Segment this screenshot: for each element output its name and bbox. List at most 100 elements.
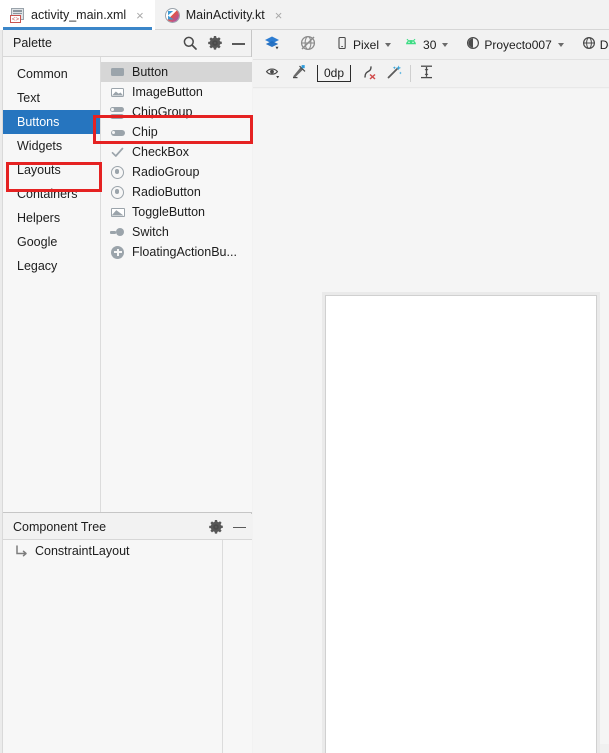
locale-label: Defa <box>599 37 609 52</box>
phone-icon <box>335 36 349 53</box>
category-label: Legacy <box>17 259 58 273</box>
locale-selector[interactable]: Defa <box>576 33 609 57</box>
theme-label: Proyecto007 <box>484 37 552 52</box>
palette-category-widgets[interactable]: Widgets <box>3 134 100 158</box>
gear-icon[interactable] <box>207 35 223 51</box>
api-level-selector[interactable]: 30 <box>397 33 454 57</box>
device-label: Pixel <box>353 37 380 52</box>
device-selector[interactable]: Pixel <box>329 33 397 57</box>
minimize-icon[interactable] <box>232 35 245 51</box>
palette-item-togglebutton[interactable]: ToggleButton <box>101 202 252 222</box>
autoconnect-off-icon <box>361 64 378 83</box>
palette-item-chip[interactable]: Chip <box>101 122 252 142</box>
palette-item-checkbox[interactable]: CheckBox <box>101 142 252 162</box>
palette-item-button[interactable]: Button <box>101 62 252 82</box>
search-icon[interactable] <box>182 35 198 51</box>
tab-label: activity_main.xml <box>31 8 127 22</box>
palette-item-label: ToggleButton <box>132 205 205 219</box>
component-tree-title: Component Tree <box>13 519 107 534</box>
autoconnect-toggle-button[interactable] <box>357 63 382 85</box>
palette-category-layouts[interactable]: Layouts <box>3 158 100 182</box>
category-label: Buttons <box>17 115 60 129</box>
palette-item-switch[interactable]: Switch <box>101 222 252 242</box>
palette-category-containers[interactable]: Containers <box>3 182 100 206</box>
switch-icon <box>110 225 125 240</box>
canvas-vertical-scrollbar[interactable] <box>600 89 609 744</box>
minimize-icon[interactable] <box>233 519 246 535</box>
palette-category-helpers[interactable]: Helpers <box>3 206 100 230</box>
palette-item-floatingactionbutton[interactable]: FloatingActionBu... <box>101 242 252 262</box>
chevron-down-icon <box>442 42 449 47</box>
category-label: Widgets <box>17 139 63 153</box>
palette-panel: Common Text Buttons Widgets Layouts Cont… <box>3 57 252 513</box>
component-tree-panel: Component Tree ConstraintLayout <box>3 514 252 753</box>
device-preview[interactable] <box>325 295 597 753</box>
palette-category-legacy[interactable]: Legacy <box>3 254 100 278</box>
tab-activity-main-xml[interactable]: <> activity_main.xml × <box>0 0 155 30</box>
category-label: Helpers <box>17 211 61 225</box>
gear-icon[interactable] <box>208 519 224 535</box>
palette-item-label: RadioButton <box>132 185 201 199</box>
palette-item-radiobutton[interactable]: RadioButton <box>101 182 252 202</box>
default-margin-value[interactable]: 0dp <box>317 65 351 82</box>
constraint-toolbar: 0dp <box>253 60 609 88</box>
design-surface: Pixel 30 Proyecto007 D 0dp <box>253 30 609 753</box>
close-icon[interactable]: × <box>134 9 146 22</box>
palette-category-list: Common Text Buttons Widgets Layouts Cont… <box>3 57 101 512</box>
component-tree-node-constraintlayout[interactable]: ConstraintLayout <box>3 540 252 562</box>
android-studio-layout-editor: <> activity_main.xml × MainActivity.kt ×… <box>0 0 609 753</box>
component-tree-body: ConstraintLayout <box>3 540 252 753</box>
close-icon[interactable]: × <box>273 9 285 22</box>
palette-item-radiogroup[interactable]: RadioGroup <box>101 162 252 182</box>
clear-constraints-icon <box>290 64 307 83</box>
theme-icon <box>466 36 480 53</box>
chevron-down-icon <box>557 42 564 47</box>
theme-selector[interactable]: Proyecto007 <box>460 33 569 57</box>
palette-category-common[interactable]: Common <box>3 62 100 86</box>
component-tree-divider <box>222 540 223 753</box>
tab-main-activity-kt[interactable]: MainActivity.kt × <box>155 0 294 30</box>
blueprint-off-icon <box>299 34 317 55</box>
palette-header: Palette <box>3 30 251 57</box>
blueprint-toggle-button[interactable] <box>293 33 323 57</box>
category-label: Text <box>17 91 40 105</box>
align-baseline-icon <box>418 64 435 83</box>
palette-item-label: RadioGroup <box>132 165 200 179</box>
design-mode-button[interactable] <box>257 33 287 57</box>
toolbar-separator <box>410 65 411 82</box>
palette-item-label: FloatingActionBu... <box>132 245 237 259</box>
component-tree-header: Component Tree <box>3 514 252 540</box>
infer-constraints-button[interactable] <box>382 63 407 85</box>
category-label: Containers <box>17 187 78 201</box>
palette-item-label: Switch <box>132 225 169 239</box>
left-tool-panel: Palette Common Text Buttons Widgets Layo… <box>3 30 253 753</box>
xml-file-icon: <> <box>10 7 25 23</box>
category-label: Google <box>17 235 58 249</box>
palette-item-chipgroup[interactable]: ChipGroup <box>101 102 252 122</box>
magic-wand-icon <box>386 64 403 83</box>
editor-tab-bar: <> activity_main.xml × MainActivity.kt × <box>0 0 609 30</box>
checkbox-icon <box>110 145 125 160</box>
palette-category-buttons[interactable]: Buttons <box>3 110 100 134</box>
palette-item-label: CheckBox <box>132 145 189 159</box>
view-options-button[interactable] <box>261 63 286 85</box>
android-icon <box>403 36 419 53</box>
tab-label: MainActivity.kt <box>185 8 265 22</box>
palette-category-google[interactable]: Google <box>3 230 100 254</box>
palette-item-list: Button ImageButton ChipGroup Chip CheckB… <box>101 57 252 512</box>
palette-item-imagebutton[interactable]: ImageButton <box>101 82 252 102</box>
chip-icon <box>110 125 125 140</box>
globe-icon <box>582 36 596 53</box>
design-canvas[interactable] <box>253 89 609 753</box>
image-button-icon <box>110 85 125 100</box>
floating-action-button-icon <box>110 245 125 260</box>
scrollbar-corner <box>600 744 609 753</box>
palette-category-text[interactable]: Text <box>3 86 100 110</box>
kotlin-file-icon <box>164 7 180 23</box>
align-baseline-button[interactable] <box>414 63 439 85</box>
clear-constraints-button[interactable] <box>286 63 311 85</box>
toggle-button-icon <box>110 205 125 220</box>
api-level-label: 30 <box>423 37 437 52</box>
chip-group-icon <box>110 105 125 120</box>
component-tree-node-label: ConstraintLayout <box>35 544 130 558</box>
